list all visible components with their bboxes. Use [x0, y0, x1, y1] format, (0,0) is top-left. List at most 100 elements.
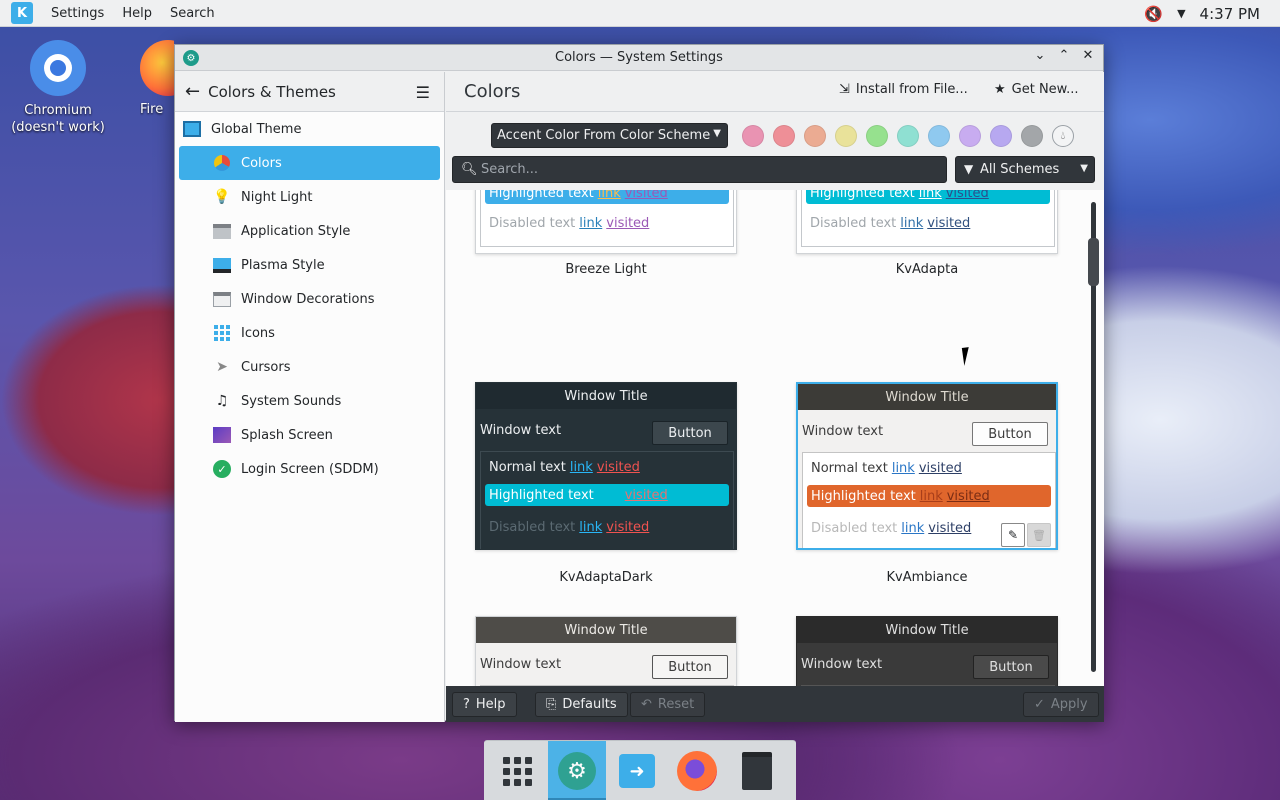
system-settings-task[interactable]: ⚙ — [548, 741, 606, 800]
card-view: Highlighted text link visited Disabled tex… — [480, 190, 734, 247]
accent-color-swatch[interactable] — [866, 125, 888, 147]
sidebar-category-label: Global Theme — [211, 121, 302, 137]
colors-icon — [213, 154, 231, 172]
sidebar-item-window-decorations[interactable]: Window Decorations — [179, 282, 440, 316]
accent-color-swatch[interactable] — [990, 125, 1012, 147]
scheme-card-breeze-light[interactable]: Highlighted text link visited Disabled tex… — [475, 190, 737, 254]
scrollbar-handle[interactable] — [1088, 238, 1099, 286]
card-window-title: Window Title — [797, 617, 1057, 643]
accent-color-swatch[interactable] — [959, 125, 981, 147]
accent-color-select[interactable]: Accent Color From Color Scheme ▼ — [491, 123, 728, 148]
reset-button[interactable]: ↶ Reset — [630, 692, 706, 717]
delete-scheme-button[interactable]: 🗑 — [1027, 523, 1051, 547]
sidebar-item-icons[interactable]: Icons — [179, 316, 440, 350]
sidebar-item-colors[interactable]: Colors — [179, 146, 440, 180]
accent-color-swatch[interactable] — [835, 125, 857, 147]
edit-scheme-button[interactable]: ✎ — [1001, 523, 1025, 547]
trash-task[interactable] — [728, 741, 786, 800]
firefox-icon — [140, 40, 174, 96]
apply-button[interactable]: ✓ Apply — [1023, 692, 1099, 717]
scheme-grid[interactable]: Highlighted text link visited Disabled tex… — [446, 190, 1104, 686]
filter-label: All Schemes — [980, 162, 1060, 177]
disabled-line: Disabled text link visited — [489, 519, 650, 535]
apply-label: Apply — [1050, 697, 1088, 712]
scheme-card[interactable]: Window Title Window text Button Normal t… — [796, 616, 1058, 686]
search-input[interactable]: 🔍︎ Search... — [452, 156, 947, 183]
maximize-button[interactable]: ⌃ — [1057, 48, 1071, 63]
accent-color-swatch[interactable] — [1021, 125, 1043, 147]
card-view: Highlighted text link visited Disabled tex… — [801, 190, 1055, 247]
search-placeholder: Search... — [481, 162, 539, 177]
menu-search[interactable]: Search — [170, 6, 215, 21]
scheme-name: KvAdaptaDark — [559, 570, 653, 585]
sidebar-category-global-theme[interactable]: Global Theme — [175, 112, 444, 146]
scheme-card-kvadapta[interactable]: Highlighted text link visited Disabled tex… — [796, 190, 1058, 254]
reset-icon: ↶ — [641, 697, 652, 712]
card-button: Button — [652, 655, 728, 679]
scheme-name: Breeze Light — [565, 262, 647, 277]
volume-muted-icon[interactable]: 🔇 — [1144, 5, 1163, 23]
menu-help[interactable]: Help — [122, 6, 152, 21]
get-new-label: Get New... — [1011, 82, 1079, 97]
system-settings-window: ⚙ Colors — System Settings ⌄ ⌃ ✕ ← Color… — [174, 44, 1104, 722]
window-decorations-icon — [213, 290, 231, 308]
sidebar-title: Colors & Themes — [208, 82, 336, 101]
discover-task[interactable]: ➜ — [608, 741, 666, 800]
menu-settings[interactable]: Settings — [51, 6, 104, 21]
task-manager-dock: ⚙ ➜ — [484, 740, 796, 800]
disabled-line: Disabled text link visited — [810, 215, 971, 231]
kde-logo-icon[interactable]: K — [11, 2, 33, 24]
custom-color-swatch[interactable]: 💧︎ — [1052, 125, 1074, 147]
sidebar-header: ← Colors & Themes ☰ — [175, 72, 444, 112]
sidebar-item-application-style[interactable]: Application Style — [179, 214, 440, 248]
toolbar: Accent Color From Color Scheme ▼ 💧︎ 🔍︎ S… — [446, 112, 1104, 188]
sidebar-item-splash-screen[interactable]: Splash Screen — [179, 418, 440, 452]
sidebar-item-plasma-style[interactable]: Plasma Style — [179, 248, 440, 282]
scheme-card-kvadaptadark[interactable]: Window Title Window text Button Normal t… — [475, 382, 737, 550]
scheme-card[interactable]: Window Title Window text Button Normal t… — [475, 616, 737, 686]
sidebar-item-label: Application Style — [241, 223, 351, 239]
sidebar-item-label: System Sounds — [241, 393, 342, 409]
hamburger-menu-icon[interactable]: ☰ — [416, 83, 430, 102]
desktop-icon-label: Fire — [140, 102, 164, 117]
close-button[interactable]: ✕ — [1081, 48, 1095, 63]
help-icon: ? — [463, 697, 470, 712]
scheme-card-kvambiance[interactable]: Window Title Window text Button Normal t… — [796, 382, 1058, 550]
disabled-line: Disabled text link visited — [811, 520, 972, 536]
lightbulb-icon: 💡 — [213, 189, 231, 205]
sidebar-item-cursors[interactable]: ➤ Cursors — [179, 350, 440, 384]
sidebar-item-night-light[interactable]: 💡 Night Light — [179, 180, 440, 214]
desktop-icon-firefox[interactable]: Fire — [140, 40, 174, 117]
page-title: Colors — [464, 81, 521, 102]
help-button[interactable]: ? Help — [452, 692, 517, 717]
pencil-icon: ✎ — [1007, 528, 1019, 542]
scheme-filter-select[interactable]: ▼ All Schemes ▼ — [955, 156, 1095, 183]
desktop-icon-chromium[interactable]: Chromium (doesn't work) — [10, 40, 106, 136]
minimize-button[interactable]: ⌄ — [1033, 48, 1047, 63]
system-settings-icon: ⚙ — [183, 50, 199, 66]
accent-color-swatch[interactable] — [897, 125, 919, 147]
sidebar-item-label: Plasma Style — [241, 257, 325, 273]
install-from-file-button[interactable]: ⇲ Install from File... — [839, 82, 968, 97]
back-arrow-icon[interactable]: ← — [185, 81, 200, 102]
chevron-down-icon[interactable]: ▼ — [1177, 7, 1185, 20]
accent-color-swatch[interactable] — [742, 125, 764, 147]
sidebar-item-system-sounds[interactable]: ♫ System Sounds — [179, 384, 440, 418]
sidebar-item-login-screen[interactable]: ✓ Login Screen (SDDM) — [179, 452, 440, 486]
chevron-down-icon: ▼ — [713, 128, 721, 139]
window-title: Colors — System Settings — [555, 50, 723, 65]
clock[interactable]: 4:37 PM — [1200, 5, 1260, 23]
card-button: Button — [972, 422, 1048, 446]
titlebar[interactable]: ⚙ Colors — System Settings ⌄ ⌃ ✕ — [175, 45, 1103, 71]
card-window-text: Window text — [802, 424, 884, 439]
firefox-task[interactable] — [668, 741, 726, 800]
get-new-button[interactable]: ★ Get New... — [994, 82, 1079, 97]
accent-color-swatch[interactable] — [928, 125, 950, 147]
defaults-icon: ⎘ — [546, 697, 557, 712]
card-window-title: Window Title — [798, 384, 1056, 410]
defaults-button[interactable]: ⎘ Defaults — [535, 692, 628, 717]
app-launcher-button[interactable] — [488, 741, 546, 800]
accent-color-swatch[interactable] — [773, 125, 795, 147]
sidebar-item-label: Cursors — [241, 359, 291, 375]
accent-color-swatch[interactable] — [804, 125, 826, 147]
